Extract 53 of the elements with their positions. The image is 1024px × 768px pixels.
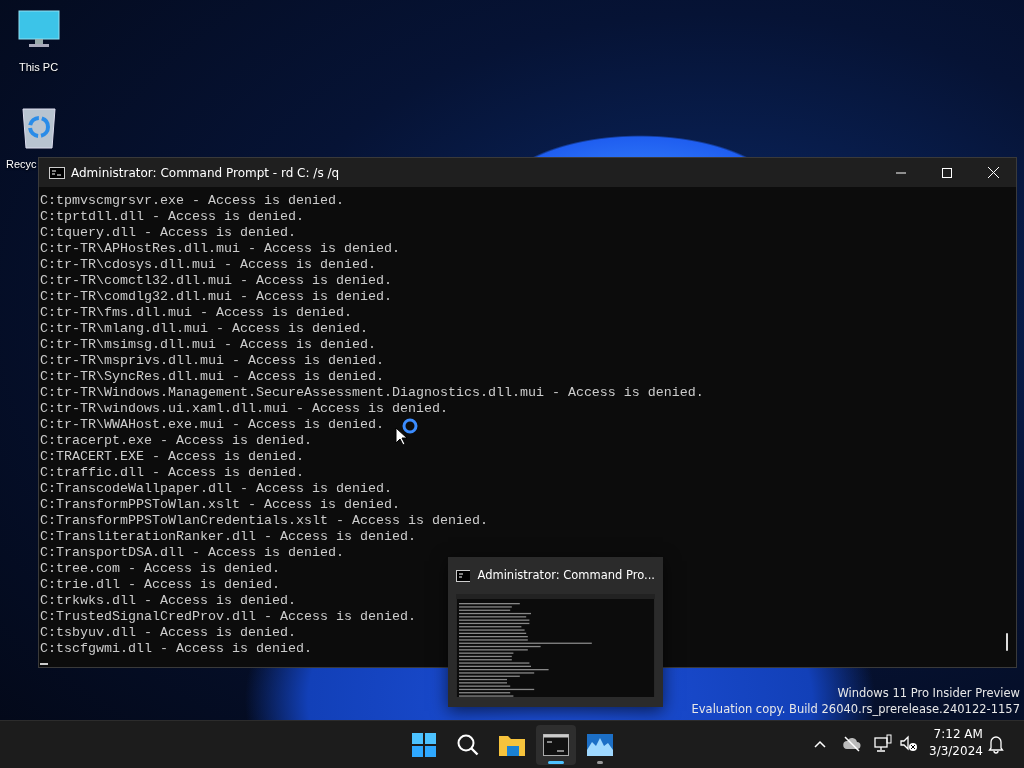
console-line: C:TransformPPSToWlanCredentials.xslt - Access is denied. — [40, 513, 488, 529]
console-line: C:tr-TR\mlang.dll.mui - Access is denied. — [40, 321, 368, 337]
console-line: C:TransformPPSToWlan.xslt - Access is denied. — [40, 497, 400, 513]
console-icon — [49, 166, 65, 179]
console-line: C:tprtdll.dll - Access is denied. — [40, 209, 304, 225]
thumbnail-preview[interactable]: Administrator: Command Pro... — [448, 557, 663, 707]
watermark-text: Evaluation copy. Build 26040.rs_prerelease.240122-1157 — [691, 701, 1020, 717]
terminal-icon — [543, 734, 569, 756]
maximize-icon — [942, 167, 952, 178]
console-line: C:tr-TR\fms.dll.mui - Access is denied. — [40, 305, 352, 321]
icon-label[interactable]: This PC — [19, 59, 59, 76]
console-line: C:tr-TR\cdosys.dll.mui - Access is denied. — [40, 257, 376, 273]
icon-label[interactable]: Recyc — [6, 156, 37, 173]
console-line: C:tr-TR\comdlg32.dll.mui - Access is denied. — [40, 289, 392, 305]
console-line: C:tr-TR\Windows.Management.SecureAssessment.Diagnostics.dll.mui - Access is denied. — [40, 385, 704, 401]
console-line: C:trie.dll - Access is denied. — [40, 577, 280, 593]
console-line: C:tracerpt.exe - Access is denied. — [40, 433, 312, 449]
busy-cursor-icon — [395, 418, 419, 446]
console-line: C:TRACERT.EXE - Access is denied. — [40, 449, 304, 465]
console-line: C:tscfgwmi.dll - Access is denied. — [40, 641, 312, 657]
windows-logo-icon — [412, 733, 436, 757]
console-line: C:TrustedSignalCredProv.dll - Access is denied. — [40, 609, 416, 625]
console-icon — [456, 569, 470, 582]
clock[interactable]: 7:12 AM 3/3/2024 — [925, 726, 987, 760]
watermark-text: Windows 11 Pro Insider Preview — [836, 685, 1020, 701]
window-title: Administrator: Command Prompt - rd C: /s /q — [71, 164, 340, 182]
console-line: C:tree.com - Access is denied. — [40, 561, 280, 577]
close-icon — [987, 167, 999, 178]
console-line: C:tr-TR\windows.ui.xaml.dll.mui - Access is denied. — [40, 401, 448, 417]
chevron-up-icon — [814, 740, 826, 748]
console-line: C:tr-TR\SyncRes.dll.mui - Access is denied. — [40, 369, 384, 385]
console-line: C:tr-TR\APHostRes.dll.mui - Access is denied. — [40, 241, 400, 257]
monitor-icon — [17, 10, 61, 50]
taskbar-app-button[interactable] — [536, 725, 576, 765]
console-line: C:tr-TR\comctl32.dll.mui - Access is denied. — [40, 273, 392, 289]
recycle-bin-icon — [19, 106, 59, 150]
console-line: C:traffic.dll - Access is denied. — [40, 465, 304, 481]
console-line: C:tpmvscmgrsvr.exe - Access is denied. — [40, 193, 344, 209]
console-line: C:tsbyuv.dll - Access is denied. — [40, 625, 296, 641]
console-line: C:TransliterationRanker.dll - Access is denied. — [40, 529, 416, 545]
folder-icon — [499, 734, 525, 756]
thumbnail-title: Administrator: Command Pro... — [477, 567, 655, 584]
activity-chart-icon — [587, 734, 613, 756]
console-line: C:tr-TR\msprivs.dll.mui - Access is denied. — [40, 353, 384, 369]
console-line: C:tr-TR\WWAHost.exe.mui - Access is denied. — [40, 417, 384, 433]
console-line: C:tquery.dll - Access is denied. — [40, 225, 296, 241]
scrollbar-thumb[interactable] — [1006, 633, 1008, 651]
console-line: C:tr-TR\msimsg.dll.mui - Access is denied. — [40, 337, 376, 353]
console-line: C:trkwks.dll - Access is denied. — [40, 593, 296, 609]
console-line: C:TranscodeWallpaper.dll - Access is denied. — [40, 481, 392, 497]
console-line: C:TransportDSA.dll - Access is denied. — [40, 545, 344, 561]
search-icon — [456, 733, 480, 757]
text-cursor — [40, 663, 48, 665]
